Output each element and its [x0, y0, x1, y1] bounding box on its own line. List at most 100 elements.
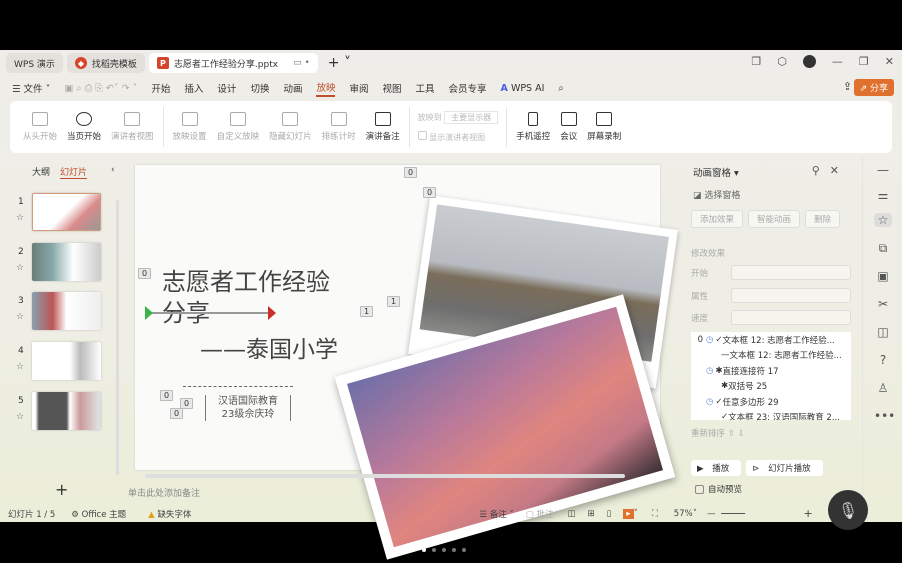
zoom-in-button[interactable]: +	[803, 507, 812, 520]
slideshow-play-button[interactable]: ⊳ 幻灯片播放	[746, 460, 823, 476]
slide-thumbnail-4[interactable]	[32, 342, 101, 380]
slide-subtitle[interactable]: ——泰国小学	[200, 330, 338, 364]
scrollbar[interactable]	[116, 200, 119, 475]
menu-insert[interactable]: 插入	[184, 81, 203, 95]
rehearse-timing-button[interactable]: 排练计时	[317, 112, 361, 142]
play-button[interactable]: ▶ 播放	[691, 460, 742, 476]
move-down-button[interactable]: ⇩	[738, 429, 745, 439]
shirt-icon[interactable]: ♙	[874, 381, 892, 395]
animation-item[interactable]: ◷ ✱ 直接连接符 17	[691, 363, 851, 379]
menu-review[interactable]: 审阅	[349, 81, 368, 95]
tab-wps-home[interactable]: WPS 演示	[6, 53, 63, 73]
sorter-view-button[interactable]: ⊞	[587, 509, 594, 519]
slide-thumbnail-5[interactable]	[32, 392, 101, 430]
notes-placeholder[interactable]: 单击此处添加备注	[128, 486, 200, 499]
page-dot[interactable]	[442, 548, 446, 552]
tab-outline[interactable]: 大纲	[32, 165, 50, 179]
menu-animation[interactable]: 动画	[283, 81, 302, 95]
animation-item[interactable]: ✓ 文本框 23: 汉语国际教育 2...	[691, 410, 851, 420]
microphone-off-icon[interactable]: 🎙	[828, 490, 868, 530]
comment-icon[interactable]: ⧉	[874, 241, 892, 256]
animation-item[interactable]: ◷ ✓ 任意多边形 29	[691, 394, 851, 410]
menu-transition[interactable]: 切换	[250, 81, 269, 95]
close-icon[interactable]: ✕	[830, 164, 849, 177]
add-slide-button[interactable]: +	[55, 480, 68, 499]
page-dot[interactable]	[422, 548, 426, 552]
slide-title[interactable]: 志愿者工作经验 分享	[162, 267, 330, 329]
share-button[interactable]: ⇗ 分享	[853, 79, 894, 96]
motion-path[interactable]	[147, 312, 275, 314]
slide-thumbnail-2[interactable]	[32, 243, 101, 281]
search-icon[interactable]: ⌕	[558, 83, 563, 94]
speed-dropdown[interactable]	[731, 310, 851, 325]
hide-slide-button[interactable]: 隐藏幻灯片	[264, 112, 317, 142]
zoom-level[interactable]: 57%	[674, 509, 693, 519]
menu-start[interactable]: 开始	[151, 81, 170, 95]
smart-animation-button[interactable]: 智能动画	[748, 210, 801, 228]
anim-badge[interactable]: 0	[423, 187, 437, 198]
reading-view-button[interactable]: ▯	[607, 509, 612, 519]
start-dropdown[interactable]	[731, 265, 851, 280]
collapse-icon[interactable]: ‹	[111, 165, 115, 179]
close-button[interactable]: ✕	[885, 55, 894, 68]
help-icon[interactable]: ?	[874, 353, 892, 367]
menu-member[interactable]: 会员专享	[449, 81, 487, 95]
window-icon[interactable]: ❐	[751, 55, 761, 68]
image-icon[interactable]: ▣	[874, 269, 892, 283]
presenter-view-button[interactable]: 演讲者视图	[106, 112, 159, 142]
page-dot[interactable]	[432, 548, 436, 552]
page-dot[interactable]	[462, 548, 466, 552]
zoom-out-button[interactable]: —	[707, 509, 716, 519]
monitor-icon[interactable]: ▭ •	[293, 58, 310, 68]
author-box[interactable]: 汉语国际教育 23级佘庆玲	[205, 395, 291, 421]
animation-item[interactable]: ✱ 双括号 25	[691, 379, 851, 395]
menu-design[interactable]: 设计	[217, 81, 236, 95]
collapse-icon[interactable]: —	[874, 163, 892, 177]
more-icon[interactable]: •••	[874, 409, 895, 423]
quick-access-icons[interactable]: ▣ ⌕ ⎙ ⎘ ↶˅ ↷ ˅	[64, 83, 137, 94]
move-up-button[interactable]: ⇧	[728, 429, 735, 439]
map-icon[interactable]: ◫	[874, 325, 892, 339]
tab-slides[interactable]: 幻灯片	[60, 165, 88, 179]
slideshow-settings-button[interactable]: 放映设置	[168, 112, 212, 142]
pin-icon[interactable]: ⚲	[812, 164, 830, 177]
play-dropdown[interactable]: ˅	[634, 509, 638, 519]
wps-ai-button[interactable]: A WPS AI	[501, 83, 545, 94]
cube-icon[interactable]: ⬡	[777, 55, 787, 68]
phone-remote-button[interactable]: 手机遥控	[511, 112, 555, 142]
animation-item[interactable]: — 文本框 12: 志愿者工作经验...	[691, 348, 851, 364]
slide-thumbnail-3[interactable]	[32, 292, 101, 330]
animation-star-icon[interactable]: ☆	[874, 213, 892, 227]
from-current-button[interactable]: 当页开始	[62, 112, 106, 142]
anim-badge[interactable]: 0	[138, 268, 152, 279]
comment-toggle[interactable]: ▢ 批注	[526, 508, 554, 520]
screen-record-button[interactable]: 屏幕录制	[582, 112, 626, 142]
anim-badge[interactable]: 0	[160, 390, 174, 401]
normal-view-button[interactable]: ◫	[567, 509, 575, 519]
anim-badge[interactable]: 0	[404, 167, 418, 178]
meeting-button[interactable]: 会议	[555, 112, 582, 142]
menu-view[interactable]: 视图	[383, 81, 402, 95]
file-menu[interactable]: ☰ 文件 ˅	[12, 81, 50, 95]
missing-font-button[interactable]: ▲ 缺失字体	[148, 508, 191, 520]
notes-toggle[interactable]: ☰ 备注 ˅	[479, 508, 513, 520]
tools-icon[interactable]: ✂	[874, 297, 892, 311]
autopreview-checkbox[interactable]	[695, 484, 704, 494]
page-dot[interactable]	[452, 548, 456, 552]
delete-button[interactable]: 删除	[805, 210, 841, 228]
play-slideshow-button[interactable]: ▸	[623, 508, 634, 519]
slide-thumbnail-1[interactable]	[32, 193, 101, 231]
selection-pane-link[interactable]: ◪ 选择窗格	[693, 188, 740, 201]
zoom-slider[interactable]	[721, 513, 746, 514]
menu-tools[interactable]: 工具	[416, 81, 435, 95]
fit-icon[interactable]: ⛶	[652, 509, 658, 519]
presenter-checkbox[interactable]	[417, 130, 427, 140]
anim-badge[interactable]: 0	[170, 408, 184, 419]
tab-template[interactable]: ◆ 找稻壳模板	[66, 53, 145, 73]
horizontal-scrollbar[interactable]	[145, 474, 625, 478]
maximize-button[interactable]: ❐	[859, 55, 869, 68]
speaker-notes-button[interactable]: 演讲备注	[361, 112, 405, 142]
new-tab-button[interactable]: + ˅	[328, 55, 351, 71]
tab-document[interactable]: P 志愿者工作经验分享.pptx ▭ •	[148, 53, 318, 73]
minimize-button[interactable]: —	[832, 55, 843, 68]
